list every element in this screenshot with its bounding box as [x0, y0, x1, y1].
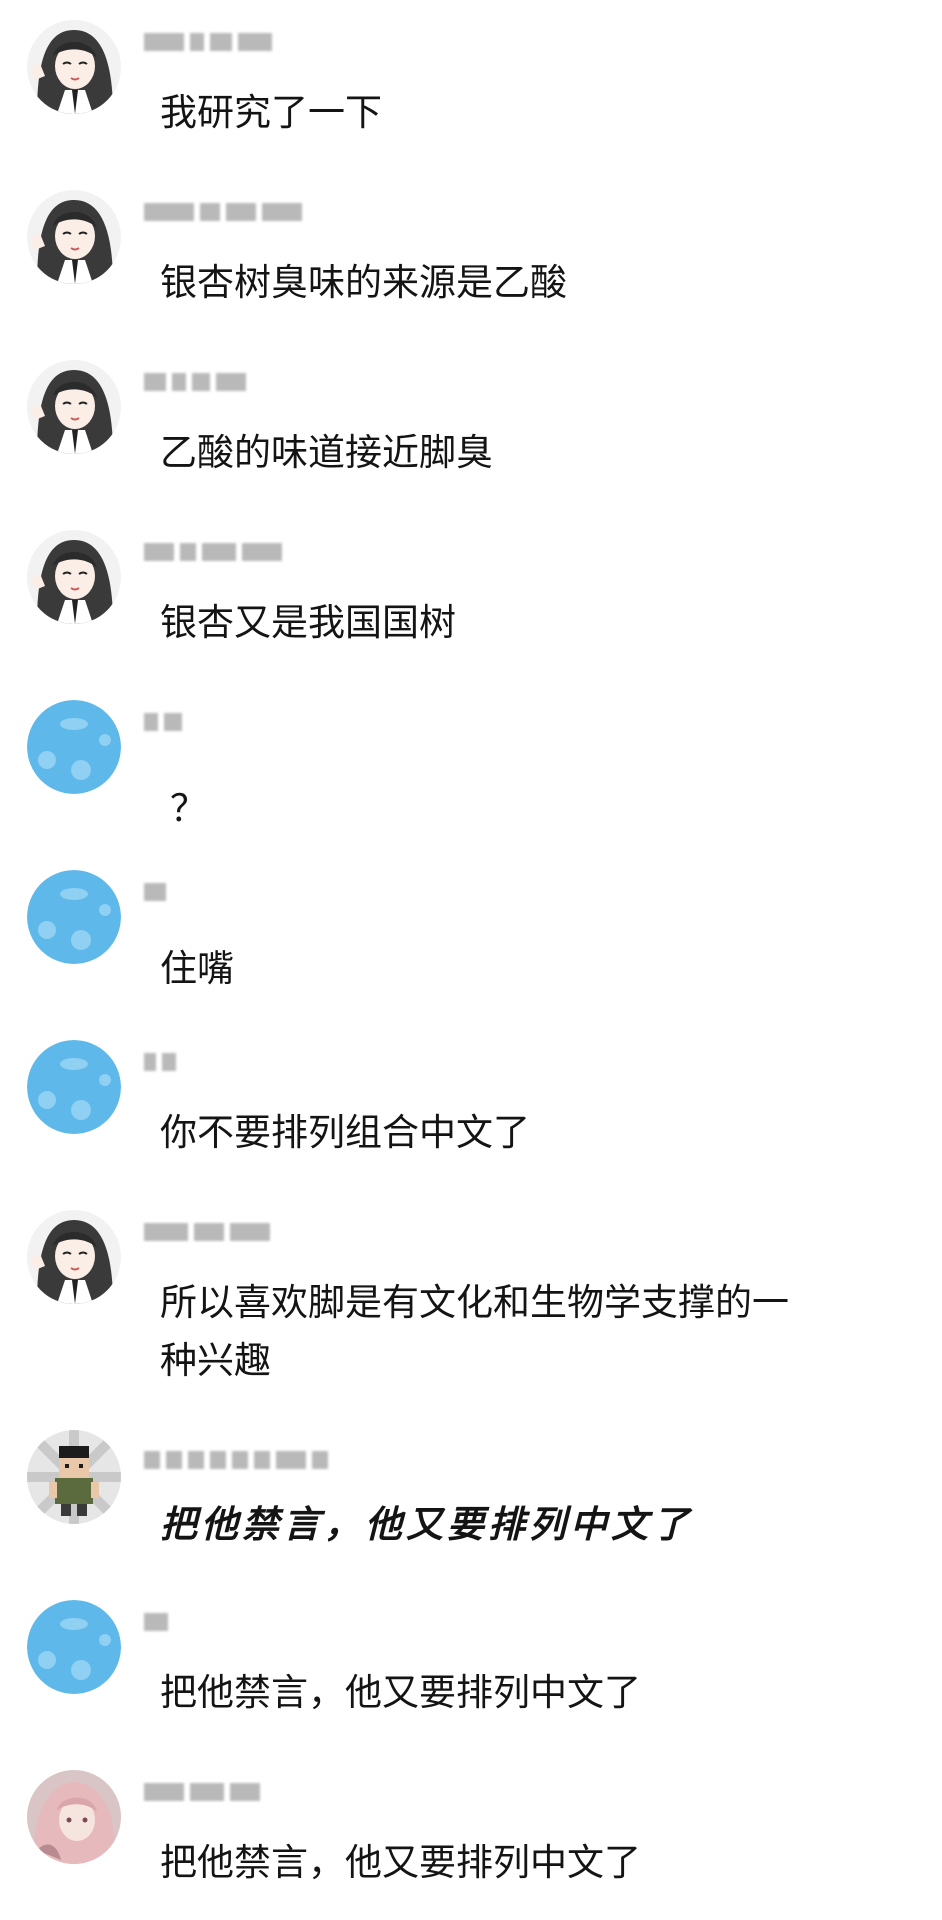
- blurred-username: [144, 1048, 176, 1076]
- blurred-username: [144, 1218, 270, 1246]
- blurred-username: [144, 878, 166, 906]
- message-text: 银杏又是我国国树: [160, 601, 456, 644]
- chat-log: 我研究了一下 银杏树臭味的来源是乙酸 乙酸的味道接近脚臭 银杏又是我国国树 ？ …: [0, 0, 942, 1920]
- blurred-username: [144, 368, 246, 396]
- blurred-username: [144, 1446, 328, 1474]
- blurred-username: [144, 1608, 168, 1636]
- anime-girl-avatar[interactable]: [27, 1210, 121, 1304]
- blue-bubble-avatar[interactable]: [27, 1600, 121, 1694]
- anime-girl-avatar[interactable]: [27, 190, 121, 284]
- blue-bubble-avatar[interactable]: [27, 700, 121, 794]
- anime-girl-avatar[interactable]: [27, 360, 121, 454]
- blue-bubble-avatar[interactable]: [27, 1040, 121, 1134]
- message-text: 银杏树臭味的来源是乙酸: [160, 261, 567, 304]
- anime-girl-avatar-icon: [27, 360, 121, 454]
- blurred-username: [144, 1778, 260, 1806]
- chat-message: 住嘴: [0, 870, 942, 990]
- anime-girl-avatar-icon: [27, 20, 121, 114]
- blurred-username: [144, 708, 182, 736]
- chat-message: 我研究了一下: [0, 20, 942, 140]
- blurred-username: [144, 538, 282, 566]
- message-text: 我研究了一下: [160, 91, 382, 134]
- anime-girl-avatar[interactable]: [27, 530, 121, 624]
- chat-message: 银杏树臭味的来源是乙酸: [0, 190, 942, 310]
- chat-message: 把他禁言，他又要排列中文了: [0, 1430, 942, 1570]
- message-text: 乙酸的味道接近脚臭: [160, 431, 493, 474]
- pixel-soldier-avatar-icon: [27, 1430, 121, 1524]
- blue-bubble-avatar[interactable]: [27, 870, 121, 964]
- pink-hair-girl-avatar-icon: [27, 1770, 121, 1864]
- blue-bubble-avatar-icon: [27, 870, 121, 964]
- anime-girl-avatar[interactable]: [27, 20, 121, 114]
- message-text: ？: [170, 787, 207, 830]
- anime-girl-avatar-icon: [27, 190, 121, 284]
- chat-message: 把他禁言，他又要排列中文了: [0, 1600, 942, 1720]
- chat-message: 乙酸的味道接近脚臭: [0, 360, 942, 480]
- blurred-username: [144, 28, 272, 56]
- message-text: 你不要排列组合中文了: [160, 1111, 530, 1154]
- message-text: 住嘴: [160, 947, 234, 990]
- chat-message: ？: [0, 700, 942, 830]
- message-text: 把他禁言，他又要排列中文了: [160, 1841, 641, 1884]
- anime-girl-avatar-icon: [27, 530, 121, 624]
- chat-message: 银杏又是我国国树: [0, 530, 942, 650]
- blue-bubble-avatar-icon: [27, 1600, 121, 1694]
- anime-girl-avatar-icon: [27, 1210, 121, 1304]
- message-text: 把他禁言，他又要排列中文了: [160, 1671, 641, 1714]
- pixel-soldier-avatar[interactable]: [27, 1430, 121, 1524]
- blurred-username: [144, 198, 302, 226]
- blue-bubble-avatar-icon: [27, 700, 121, 794]
- message-text: 把他禁言，他又要排列中文了: [160, 1503, 693, 1546]
- chat-message: 把他禁言，他又要排列中文了: [0, 1770, 942, 1910]
- chat-message: 所以喜欢脚是有文化和生物学支撑的一 种兴趣: [0, 1210, 942, 1400]
- pink-hair-girl-avatar[interactable]: [27, 1770, 121, 1864]
- message-text: 所以喜欢脚是有文化和生物学支撑的一 种兴趣: [160, 1281, 789, 1382]
- chat-message: 你不要排列组合中文了: [0, 1040, 942, 1160]
- blue-bubble-avatar-icon: [27, 1040, 121, 1134]
